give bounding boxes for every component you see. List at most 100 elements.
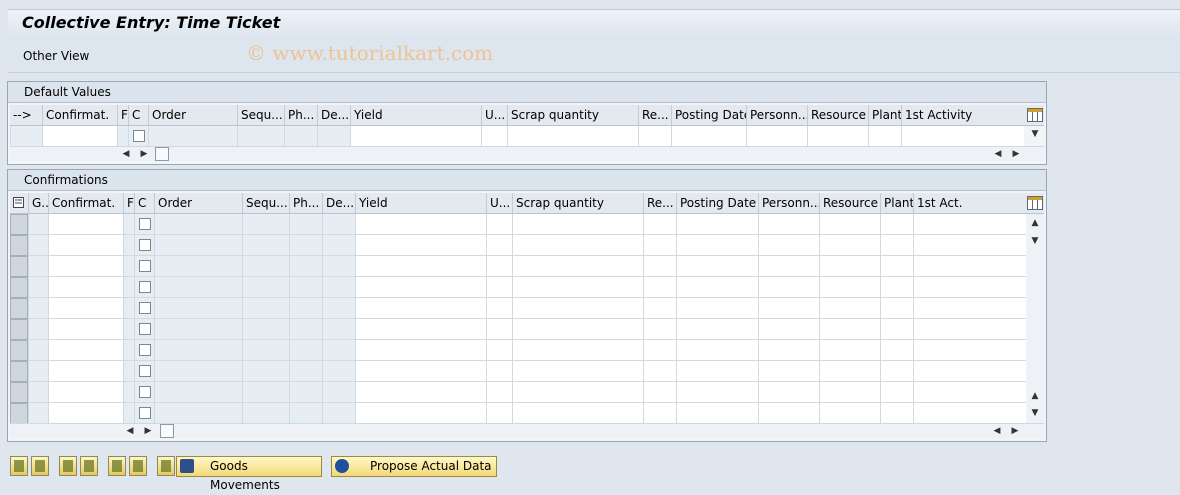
scroll-left-icon[interactable]: ◀ (119, 147, 133, 161)
scroll-up-icon[interactable]: ▲ (1028, 389, 1042, 403)
input-cell[interactable] (758, 340, 819, 361)
col-personnel[interactable]: Personn... (746, 105, 807, 125)
final-confirmation-checkbox[interactable] (139, 323, 151, 335)
col-sequence[interactable]: Sequ... (237, 105, 284, 125)
col-yield[interactable]: Yield (355, 193, 486, 213)
input-cell[interactable] (355, 361, 486, 382)
other-view-button[interactable]: Other View (23, 49, 89, 63)
input-cell[interactable] (486, 235, 512, 256)
insert-row-icon[interactable] (108, 456, 126, 476)
input-cell[interactable] (913, 277, 1026, 298)
input-cell[interactable] (676, 382, 758, 403)
final-confirmation-checkbox[interactable] (139, 407, 151, 419)
input-cell[interactable] (486, 214, 512, 235)
final-confirmation-checkbox[interactable] (139, 260, 151, 272)
row-selector[interactable] (10, 319, 28, 340)
input-cell[interactable] (913, 214, 1026, 235)
input-cell[interactable] (512, 256, 643, 277)
unit-field[interactable] (481, 126, 507, 147)
input-cell[interactable] (880, 403, 913, 424)
input-cell[interactable] (48, 319, 123, 340)
final-confirmation-checkbox[interactable] (139, 386, 151, 398)
input-cell[interactable] (913, 298, 1026, 319)
input-cell[interactable] (486, 319, 512, 340)
input-cell[interactable] (48, 235, 123, 256)
input-cell[interactable] (758, 403, 819, 424)
input-cell[interactable] (512, 382, 643, 403)
col-c[interactable]: C (128, 105, 148, 125)
col-description[interactable]: De... (317, 105, 350, 125)
input-cell[interactable] (643, 361, 676, 382)
input-cell[interactable] (758, 235, 819, 256)
col-unit[interactable]: U... (481, 105, 507, 125)
input-cell[interactable] (355, 277, 486, 298)
col-phase[interactable]: Ph... (284, 105, 317, 125)
input-cell[interactable] (486, 298, 512, 319)
horizontal-scrollbar[interactable]: ◀ ▶ ◀ ▶ (10, 423, 1044, 438)
col-c[interactable]: C (134, 193, 154, 213)
input-cell[interactable] (819, 403, 880, 424)
input-cell[interactable] (913, 340, 1026, 361)
row-selector[interactable] (10, 256, 28, 277)
input-cell[interactable] (486, 403, 512, 424)
final-confirmation-checkbox[interactable] (139, 344, 151, 356)
input-cell[interactable] (355, 403, 486, 424)
input-cell[interactable] (355, 298, 486, 319)
input-cell[interactable] (758, 256, 819, 277)
input-cell[interactable] (486, 340, 512, 361)
col-yield[interactable]: Yield (350, 105, 481, 125)
scrap-quantity-field[interactable] (507, 126, 638, 147)
input-cell[interactable] (758, 277, 819, 298)
col-phase[interactable]: Ph... (289, 193, 322, 213)
row-selector[interactable] (10, 298, 28, 319)
col-plant[interactable]: Plant (868, 105, 901, 125)
final-confirmation-checkbox[interactable] (133, 130, 145, 142)
delete-row-icon[interactable] (129, 456, 147, 476)
scroll-left-icon[interactable]: ◀ (123, 424, 137, 438)
detail-icon[interactable] (10, 456, 28, 476)
row-selector[interactable] (10, 277, 28, 298)
row-selector[interactable] (10, 214, 28, 235)
input-cell[interactable] (512, 235, 643, 256)
input-cell[interactable] (512, 214, 643, 235)
input-cell[interactable] (643, 319, 676, 340)
input-cell[interactable] (643, 382, 676, 403)
input-cell[interactable] (758, 319, 819, 340)
scroll-right-icon[interactable]: ▶ (1008, 424, 1022, 438)
input-cell[interactable] (819, 214, 880, 235)
input-cell[interactable] (913, 256, 1026, 277)
col-posting-date[interactable]: Posting Date (671, 105, 746, 125)
scroll-right-icon[interactable]: ▶ (141, 424, 155, 438)
scroll-down-icon[interactable]: ▼ (1028, 234, 1042, 248)
table-settings-icon[interactable] (1027, 108, 1043, 122)
scroll-down-icon[interactable]: ▼ (1028, 406, 1042, 420)
input-cell[interactable] (643, 256, 676, 277)
input-cell[interactable] (913, 235, 1026, 256)
col-1st-activity[interactable]: 1st Act. (913, 193, 1023, 213)
input-cell[interactable] (880, 319, 913, 340)
input-cell[interactable] (676, 298, 758, 319)
row-selector[interactable] (10, 403, 28, 424)
details-list-icon[interactable] (31, 456, 49, 476)
col-unit[interactable]: U... (486, 193, 512, 213)
input-cell[interactable] (48, 214, 123, 235)
input-cell[interactable] (486, 256, 512, 277)
final-confirmation-checkbox[interactable] (139, 365, 151, 377)
1st-activity-field[interactable] (901, 126, 1024, 147)
input-cell[interactable] (819, 340, 880, 361)
input-cell[interactable] (48, 403, 123, 424)
input-cell[interactable] (643, 235, 676, 256)
row-selector[interactable] (10, 382, 28, 403)
vertical-scrollbar[interactable]: ▲ ▼ ▲ ▼ (1027, 214, 1043, 424)
input-cell[interactable] (880, 277, 913, 298)
input-cell[interactable] (355, 235, 486, 256)
input-cell[interactable] (355, 214, 486, 235)
input-cell[interactable] (676, 340, 758, 361)
input-cell[interactable] (913, 319, 1026, 340)
input-cell[interactable] (819, 235, 880, 256)
row-selector[interactable] (10, 235, 28, 256)
input-cell[interactable] (486, 361, 512, 382)
confirmation-field[interactable] (42, 126, 117, 147)
input-cell[interactable] (512, 298, 643, 319)
plant-field[interactable] (868, 126, 901, 147)
